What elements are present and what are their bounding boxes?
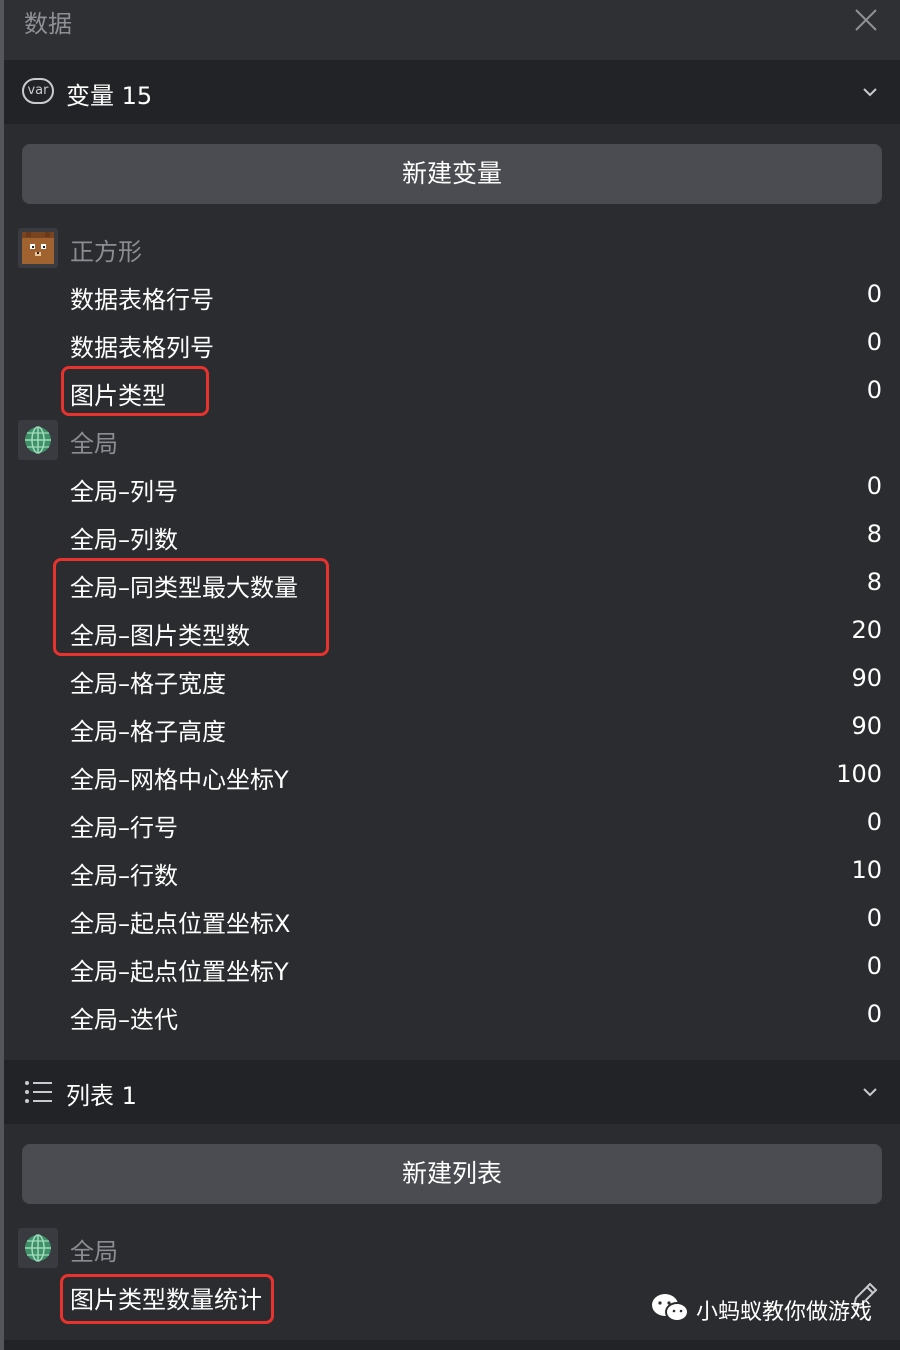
variable-name: 全局–行数: [70, 862, 178, 890]
variable-value: 100: [836, 760, 882, 788]
highlight-box: [60, 1274, 274, 1324]
list-icon: [25, 1081, 52, 1103]
variable-value: 0: [866, 376, 882, 404]
lists-section-header[interactable]: 列表 1: [4, 1060, 900, 1124]
variable-row[interactable]: 全局–迭代 0: [70, 996, 882, 1036]
variable-row[interactable]: 全局–起点位置坐标X 0: [70, 900, 882, 940]
close-icon[interactable]: [852, 6, 880, 34]
variable-row[interactable]: 数据表格行号 0: [70, 276, 882, 316]
variable-value: 0: [866, 952, 882, 980]
sprite-group-header: 正方形: [18, 228, 878, 268]
variable-name: 全局–网格中心坐标Y: [70, 766, 289, 794]
panel-left-edge: [0, 0, 4, 1350]
variable-value: 0: [866, 904, 882, 932]
new-list-button[interactable]: 新建列表: [22, 1144, 882, 1204]
variable-value: 8: [866, 568, 882, 596]
variable-row[interactable]: 全局–网格中心坐标Y 100: [70, 756, 882, 796]
panel-title: 数据: [24, 10, 72, 38]
variable-row[interactable]: 全局–格子宽度 90: [70, 660, 882, 700]
variable-name: 全局–起点位置坐标Y: [70, 958, 289, 986]
watermark: 小蚂蚁教你做游戏: [650, 1288, 890, 1328]
variable-value: 0: [866, 280, 882, 308]
variable-name: 全局–起点位置坐标X: [70, 910, 291, 938]
variable-value: 90: [851, 664, 882, 692]
wechat-icon: [652, 1294, 689, 1322]
variable-value: 0: [866, 328, 882, 356]
variable-value: 20: [851, 616, 882, 644]
variable-name: 数据表格行号: [70, 286, 214, 314]
variable-row[interactable]: 全局–起点位置坐标Y 0: [70, 948, 882, 988]
global-group-label: 全局: [70, 430, 118, 458]
variable-name: 全局–格子高度: [70, 718, 226, 746]
lists-section-label: 列表 1: [66, 1082, 137, 1110]
panel-header: 数据: [4, 0, 900, 60]
variable-name: 全局–迭代: [70, 1006, 178, 1034]
variable-row[interactable]: 全局–行号 0: [70, 804, 882, 844]
panel-footer: [4, 1340, 900, 1350]
variable-row[interactable]: 全局–列号 0: [70, 468, 882, 508]
highlight-box: [53, 558, 329, 656]
chevron-down-icon[interactable]: [860, 82, 880, 102]
variable-row[interactable]: 数据表格列号 0: [70, 324, 882, 364]
variable-row[interactable]: 全局–行数 10: [70, 852, 882, 892]
list-global-group-label: 全局: [70, 1238, 118, 1266]
variable-value: 8: [866, 520, 882, 548]
globe-icon: [18, 1228, 58, 1268]
variable-name: 全局–列号: [70, 478, 178, 506]
list-global-group-header: 全局: [18, 1228, 878, 1268]
variable-row[interactable]: 全局–格子高度 90: [70, 708, 882, 748]
variable-name: 全局–行号: [70, 814, 178, 842]
var-icon: var: [22, 78, 54, 104]
variable-value: 0: [866, 1000, 882, 1028]
sprite-group-label: 正方形: [70, 238, 142, 266]
bear-sprite-icon: [18, 228, 58, 268]
variable-name: 数据表格列号: [70, 334, 214, 362]
variable-row[interactable]: 全局–列数 8: [70, 516, 882, 556]
variable-value: 90: [851, 712, 882, 740]
globe-icon: [18, 420, 58, 460]
variables-section-label: 变量 15: [66, 82, 153, 110]
chevron-down-icon[interactable]: [860, 1082, 880, 1102]
variable-value: 0: [866, 808, 882, 836]
variable-value: 10: [851, 856, 882, 884]
watermark-text: 小蚂蚁教你做游戏: [696, 1300, 873, 1325]
new-variable-button[interactable]: 新建变量: [22, 144, 882, 204]
highlight-box: [61, 366, 209, 416]
variables-section-header[interactable]: var 变量 15: [4, 60, 900, 124]
variable-name: 全局–列数: [70, 526, 178, 554]
variable-value: 0: [866, 472, 882, 500]
variable-name: 全局–格子宽度: [70, 670, 226, 698]
global-group-header: 全局: [18, 420, 878, 460]
